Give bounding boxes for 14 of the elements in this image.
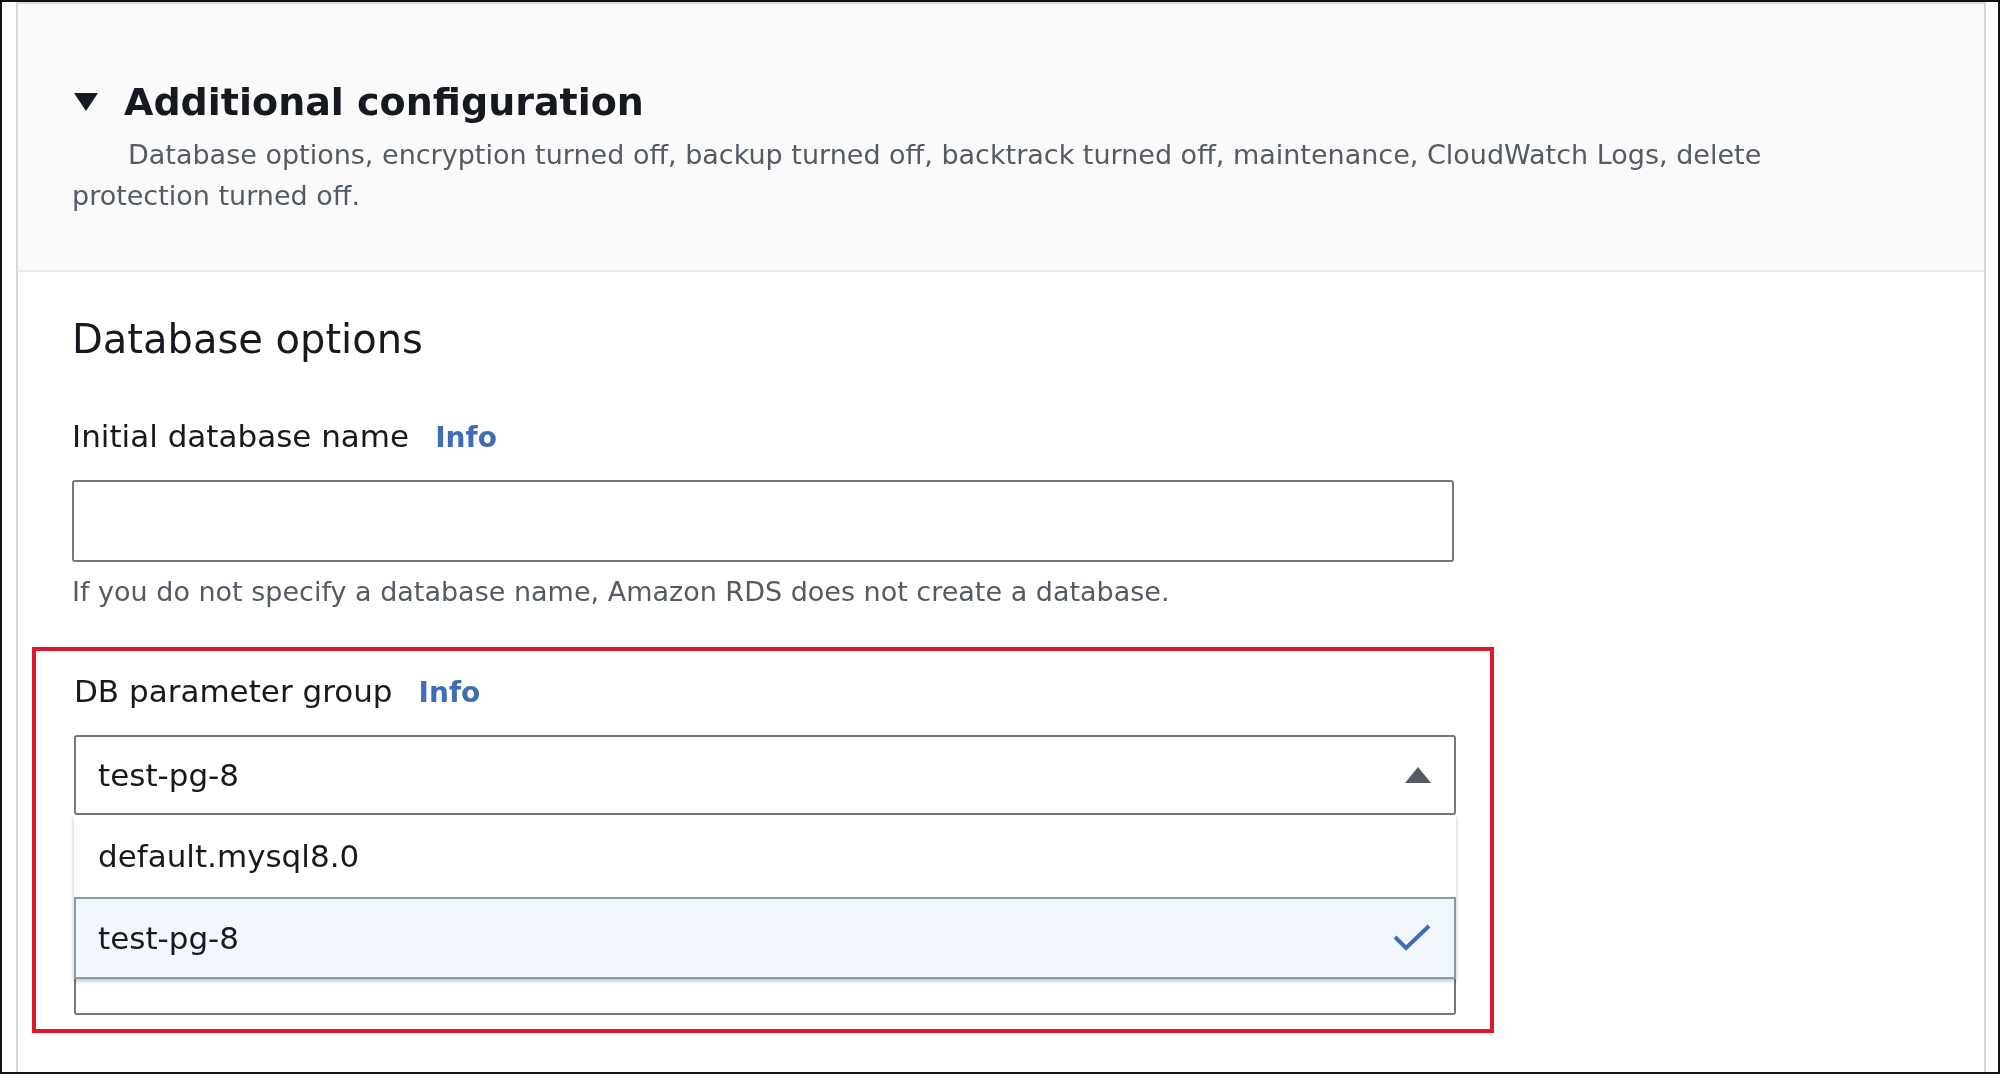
section-title[interactable]: Additional configuration bbox=[124, 80, 644, 124]
dropdown-option[interactable]: default.mysql8.0 bbox=[74, 815, 1456, 897]
field-label: DB parameter group bbox=[74, 673, 393, 709]
section-heading: Database options bbox=[72, 316, 424, 362]
section-description: Database options, encryption turned off, backup turned off, backtrack turned off, maintenance, CloudWatch Logs, delete protection turned off. bbox=[72, 138, 1763, 213]
checkmark-icon bbox=[1392, 923, 1432, 953]
info-link[interactable]: Info bbox=[435, 421, 497, 454]
input-field[interactable] bbox=[72, 480, 1454, 562]
dropdown-option[interactable]: test-pg-8 bbox=[74, 897, 1456, 979]
field-label: Initial database name bbox=[72, 418, 410, 454]
select-field[interactable]: test-pg-8 bbox=[74, 735, 1456, 815]
help-text: If you do not specify a database name, Amazon RDS does not create a database. bbox=[72, 576, 1171, 607]
expand-triangle-icon[interactable] bbox=[72, 91, 100, 113]
info-link[interactable]: Info bbox=[418, 676, 481, 709]
